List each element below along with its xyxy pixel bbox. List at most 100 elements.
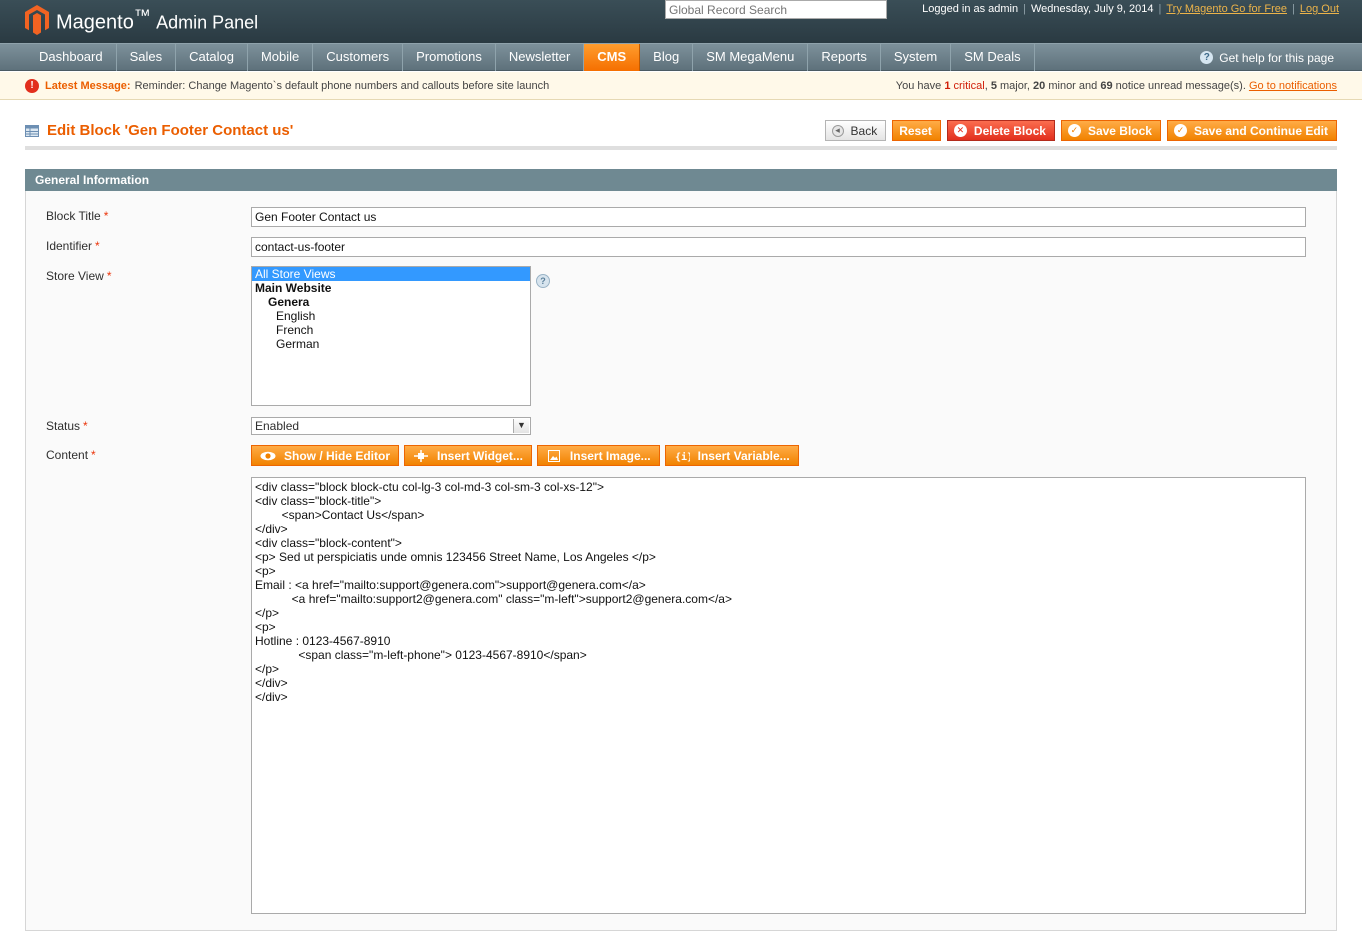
save-and-continue-button[interactable]: ✓ Save and Continue Edit	[1166, 120, 1337, 141]
eye-icon	[260, 450, 276, 462]
chevron-down-icon[interactable]: ▼	[513, 419, 529, 433]
save-block-button[interactable]: ✓ Save Block	[1060, 120, 1161, 141]
global-search-input[interactable]	[665, 0, 887, 19]
page-heading: Edit Block 'Gen Footer Contact us' ◂ Bac…	[25, 117, 1337, 150]
logout-link[interactable]: Log Out	[1300, 3, 1339, 15]
editor-buttons: Show / Hide Editor Insert Widget... Inse…	[251, 445, 799, 466]
show-hide-label: Show / Hide Editor	[284, 448, 391, 463]
help-icon: ?	[1200, 51, 1214, 64]
nav-items: Dashboard Sales Catalog Mobile Customers…	[26, 44, 1035, 71]
notice-label: notice unread message(s).	[1115, 80, 1246, 92]
latest-message-label: Latest Message:	[45, 80, 131, 92]
header: Magento™ Admin Panel Logged in as admin |…	[0, 0, 1362, 43]
reset-label: Reset	[899, 123, 932, 138]
checkmark-icon: ✓	[1067, 124, 1081, 137]
variable-icon: {i}	[674, 450, 690, 462]
nav-item-system[interactable]: System	[881, 44, 952, 71]
header-date: Wednesday, July 9, 2014	[1030, 3, 1154, 15]
critical-count: 1	[944, 80, 951, 92]
arrow-left-icon: ◂	[831, 124, 844, 137]
action-buttons: ◂ Back Reset ✕ Delete Block ✓ Save Block…	[824, 120, 1337, 141]
try-magento-go-link[interactable]: Try Magento Go for Free	[1166, 3, 1287, 15]
nav-item-sales[interactable]: Sales	[117, 44, 177, 71]
main-navigation: Dashboard Sales Catalog Mobile Customers…	[0, 43, 1362, 71]
delete-label: Delete Block	[973, 123, 1046, 138]
back-button[interactable]: ◂ Back	[824, 120, 887, 141]
notice-count: 69	[1100, 80, 1113, 92]
latest-message-text: Reminder: Change Magento`s default phone…	[134, 80, 550, 92]
separator: |	[1158, 3, 1162, 15]
help-link[interactable]: ? Get help for this page	[1200, 44, 1334, 71]
status-value: Enabled	[255, 419, 300, 433]
identifier-input[interactable]	[251, 237, 1306, 257]
help-tooltip-icon[interactable]: ?	[536, 274, 550, 288]
content-textarea[interactable]: <div class="block block-ctu col-lg-3 col…	[251, 477, 1306, 914]
critical-label: critical	[953, 80, 985, 92]
save-continue-label: Save and Continue Edit	[1193, 123, 1328, 138]
store-option-all[interactable]: All Store Views	[252, 267, 530, 281]
image-icon	[546, 449, 562, 462]
trademark: ™	[133, 5, 151, 25]
insert-image-label: Insert Image...	[569, 448, 651, 463]
store-option-german[interactable]: German	[252, 337, 530, 351]
go-to-notifications-link[interactable]: Go to notifications	[1249, 80, 1337, 92]
nav-item-sm-deals[interactable]: SM Deals	[951, 44, 1035, 71]
help-text: Get help for this page	[1219, 50, 1334, 65]
store-option-french[interactable]: French	[252, 323, 530, 337]
save-label: Save Block	[1087, 123, 1152, 138]
notification-bar: ! Latest Message: Reminder: Change Magen…	[0, 72, 1362, 100]
nav-item-catalog[interactable]: Catalog	[176, 44, 248, 71]
magento-logo[interactable]: Magento™ Admin Panel	[24, 2, 258, 38]
major-label: major,	[1000, 80, 1030, 92]
grid-icon	[25, 124, 39, 137]
page-title: Edit Block 'Gen Footer Contact us'	[47, 122, 294, 139]
reset-button[interactable]: Reset	[892, 120, 941, 141]
nav-item-blog[interactable]: Blog	[640, 44, 694, 71]
nav-item-mobile[interactable]: Mobile	[248, 44, 314, 71]
insert-widget-button[interactable]: Insert Widget...	[404, 445, 532, 466]
nav-item-newsletter[interactable]: Newsletter	[496, 44, 585, 71]
insert-variable-label: Insert Variable...	[697, 448, 790, 463]
general-information-fieldset: Block Title* Identifier* Store View* All…	[25, 191, 1337, 931]
store-group-main-website: Main Website	[255, 281, 332, 295]
insert-image-button[interactable]: Insert Image...	[536, 445, 660, 466]
block-title-input[interactable]	[251, 207, 1306, 227]
insert-widget-label: Insert Widget...	[437, 448, 523, 463]
status-select[interactable]: Enabled ▼	[251, 417, 531, 435]
magento-logo-icon	[25, 5, 49, 35]
logo-text: Magento™ Admin Panel	[56, 6, 258, 35]
store-view-multiselect[interactable]: All Store Views Main Website Genera Engl…	[251, 266, 531, 406]
nav-item-reports[interactable]: Reports	[808, 44, 881, 71]
logo-subtitle: Admin Panel	[156, 12, 259, 33]
nav-item-dashboard[interactable]: Dashboard	[26, 44, 117, 71]
separator: |	[1023, 3, 1026, 15]
delete-block-button[interactable]: ✕ Delete Block	[946, 120, 1055, 141]
logo-brand: Magento	[56, 11, 134, 34]
nav-item-customers[interactable]: Customers	[313, 44, 404, 71]
widget-icon	[413, 449, 429, 462]
latest-message: ! Latest Message: Reminder: Change Magen…	[25, 72, 549, 100]
content-label: Content *	[46, 448, 96, 462]
nav-item-sm-megamenu[interactable]: SM MegaMenu	[693, 44, 809, 71]
identifier-label: Identifier *	[46, 239, 100, 253]
major-count: 5	[990, 80, 997, 92]
minor-count: 20	[1033, 80, 1046, 92]
insert-variable-button[interactable]: {i} Insert Variable...	[664, 445, 799, 466]
store-option-english[interactable]: English	[252, 309, 530, 323]
section-header: General Information	[25, 169, 1337, 191]
minor-label: minor and	[1048, 80, 1098, 92]
nav-item-cms[interactable]: CMS	[584, 44, 641, 71]
separator: |	[1292, 3, 1295, 15]
title-wrap: Edit Block 'Gen Footer Contact us'	[25, 122, 293, 139]
status-label: Status *	[46, 419, 88, 433]
checkmark-icon: ✓	[1173, 124, 1187, 137]
counts-prefix: You have	[895, 80, 942, 92]
nav-item-promotions[interactable]: Promotions	[403, 44, 496, 71]
warning-icon: !	[25, 79, 39, 93]
back-label: Back	[850, 123, 878, 138]
show-hide-editor-button[interactable]: Show / Hide Editor	[251, 445, 400, 466]
header-account-bar: Logged in as admin | Wednesday, July 9, 20…	[922, 3, 1339, 15]
svg-text:{i}: {i}	[675, 451, 690, 462]
message-counts: You have 1 critical, 5 major, 20 minor a…	[895, 80, 1337, 92]
block-title-label: Block Title *	[46, 209, 109, 223]
